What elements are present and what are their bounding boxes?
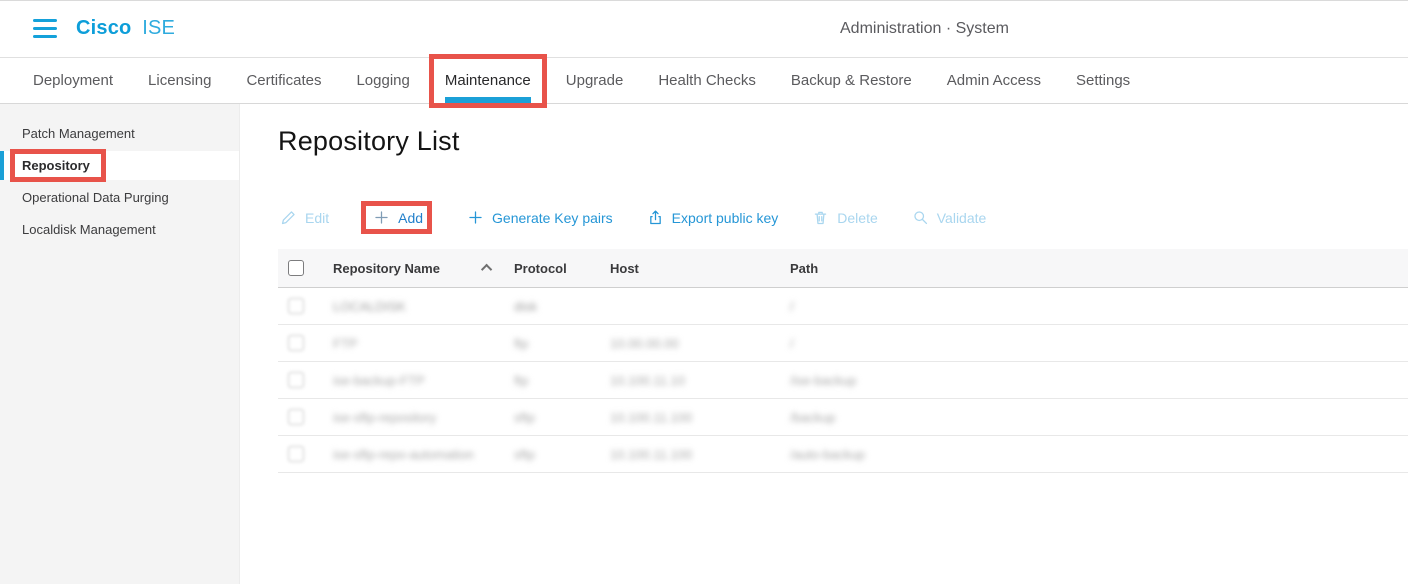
add-label: Add (398, 210, 423, 226)
sidebar-item-repository-label: Repository (22, 158, 90, 173)
cell-host: 10.100.11.100 (610, 410, 790, 425)
tab-bar: Deployment Licensing Certificates Loggin… (0, 58, 1408, 104)
add-button[interactable]: Add (373, 209, 423, 226)
tab-licensing[interactable]: Licensing (148, 58, 211, 103)
cell-path: / (790, 336, 1408, 351)
plus-icon (467, 209, 484, 226)
tab-admin-access[interactable]: Admin Access (947, 58, 1041, 103)
sidebar-item-operational-data-purging[interactable]: Operational Data Purging (0, 183, 239, 212)
tab-maintenance-label: Maintenance (445, 72, 531, 89)
toolbar: Edit Add Generate Key pairs (280, 209, 986, 226)
sidebar-item-patch-management[interactable]: Patch Management (0, 119, 239, 148)
table-row[interactable]: FTP ftp 10.00.00.00 / (278, 325, 1408, 362)
table-header-row: Repository Name Protocol Host Path (278, 249, 1408, 288)
tab-maintenance[interactable]: Maintenance (445, 58, 531, 103)
tab-certificates[interactable]: Certificates (246, 58, 321, 103)
cell-host: 10.100.11.100 (610, 447, 790, 462)
cell-host: 10.100.11.10 (610, 373, 790, 388)
cell-path: / (790, 299, 1408, 314)
export-icon (647, 209, 664, 226)
sidebar-item-repository[interactable]: Repository (0, 151, 239, 180)
brand-logo: Cisco ISE (76, 17, 175, 40)
delete-label: Delete (837, 210, 877, 226)
column-repository-name[interactable]: Repository Name (333, 261, 440, 276)
cell-host: 10.00.00.00 (610, 336, 790, 351)
cell-protocol: disk (514, 299, 610, 314)
tab-logging[interactable]: Logging (356, 58, 409, 103)
cell-path: /backup (790, 410, 1408, 425)
tab-upgrade[interactable]: Upgrade (566, 58, 624, 103)
edit-button[interactable]: Edit (280, 209, 329, 226)
brand-cisco: Cisco (76, 17, 131, 39)
cell-repository-name: FTP (333, 336, 514, 351)
delete-button[interactable]: Delete (812, 209, 877, 226)
cell-protocol: ftp (514, 336, 610, 351)
trash-icon (812, 209, 829, 226)
edit-label: Edit (305, 210, 329, 226)
row-checkbox[interactable] (288, 298, 304, 314)
row-checkbox[interactable] (288, 335, 304, 351)
menu-icon[interactable] (33, 19, 57, 38)
tab-deployment[interactable]: Deployment (33, 58, 113, 103)
export-public-key-button[interactable]: Export public key (647, 209, 779, 226)
tab-backup-restore[interactable]: Backup & Restore (791, 58, 912, 103)
row-checkbox[interactable] (288, 409, 304, 425)
sidebar: Patch Management Repository Operational … (0, 104, 240, 584)
validate-label: Validate (937, 210, 987, 226)
page-title: Repository List (278, 126, 460, 157)
cisco-ise-app: Cisco ISE Administration · System Deploy… (0, 0, 1408, 584)
row-checkbox[interactable] (288, 446, 304, 462)
table-row[interactable]: ise-backup-FTP ftp 10.100.11.10 /ise-bac… (278, 362, 1408, 399)
sort-asc-icon[interactable] (481, 264, 492, 275)
breadcrumb: Administration · System (840, 20, 1009, 38)
cell-protocol: sftp (514, 410, 610, 425)
magnifier-icon (912, 209, 929, 226)
cell-path: /auto-backup (790, 447, 1408, 462)
column-protocol[interactable]: Protocol (514, 261, 610, 276)
column-path[interactable]: Path (790, 261, 1408, 276)
main-content: Repository List Edit Add (240, 104, 1408, 584)
sidebar-item-localdisk-management[interactable]: Localdisk Management (0, 215, 239, 244)
cell-protocol: sftp (514, 447, 610, 462)
cell-repository-name: ise-sftp-repo-automation (333, 447, 514, 462)
cell-protocol: ftp (514, 373, 610, 388)
brand-ise: ISE (142, 17, 175, 39)
generate-key-pairs-label: Generate Key pairs (492, 210, 613, 226)
cell-repository-name: ise-backup-FTP (333, 373, 514, 388)
pencil-icon (280, 209, 297, 226)
column-host[interactable]: Host (610, 261, 790, 276)
table-row[interactable]: ise-sftp-repository sftp 10.100.11.100 /… (278, 399, 1408, 436)
tab-health-checks[interactable]: Health Checks (658, 58, 756, 103)
plus-icon (373, 209, 390, 226)
active-tab-underline (445, 97, 531, 103)
generate-key-pairs-button[interactable]: Generate Key pairs (467, 209, 613, 226)
export-public-key-label: Export public key (672, 210, 779, 226)
repository-table: Repository Name Protocol Host Path LOCAL… (278, 249, 1408, 473)
row-checkbox[interactable] (288, 372, 304, 388)
tab-settings[interactable]: Settings (1076, 58, 1130, 103)
cell-repository-name: LOCALDISK (333, 299, 514, 314)
table-row[interactable]: LOCALDISK disk / (278, 288, 1408, 325)
select-all-checkbox[interactable] (288, 260, 304, 276)
table-row[interactable]: ise-sftp-repo-automation sftp 10.100.11.… (278, 436, 1408, 473)
validate-button[interactable]: Validate (912, 209, 987, 226)
cell-repository-name: ise-sftp-repository (333, 410, 514, 425)
top-header: Cisco ISE Administration · System (0, 1, 1408, 58)
cell-path: /ise-backup (790, 373, 1408, 388)
